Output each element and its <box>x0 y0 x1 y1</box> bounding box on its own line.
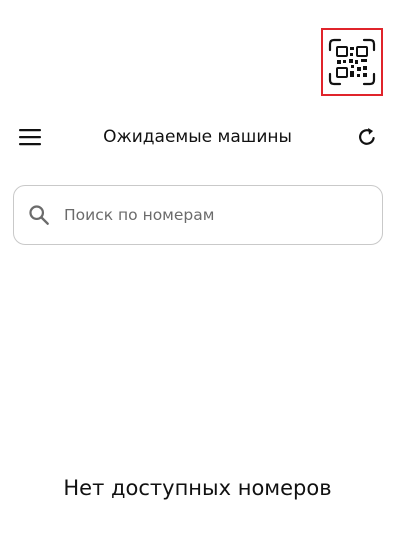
app-bar: Ожидаемые машины <box>0 118 395 160</box>
search-input[interactable] <box>64 206 354 224</box>
qr-scan-button[interactable] <box>321 28 383 96</box>
hamburger-menu-icon <box>19 128 41 150</box>
menu-button[interactable] <box>14 124 46 154</box>
search-icon <box>26 202 52 228</box>
empty-state-message: Нет доступных номеров <box>63 476 332 500</box>
qr-code-scan-icon <box>328 38 376 86</box>
refresh-button[interactable] <box>352 124 382 154</box>
refresh-icon <box>356 126 378 152</box>
page-title: Ожидаемые машины <box>103 127 292 147</box>
search-box[interactable] <box>13 185 383 245</box>
